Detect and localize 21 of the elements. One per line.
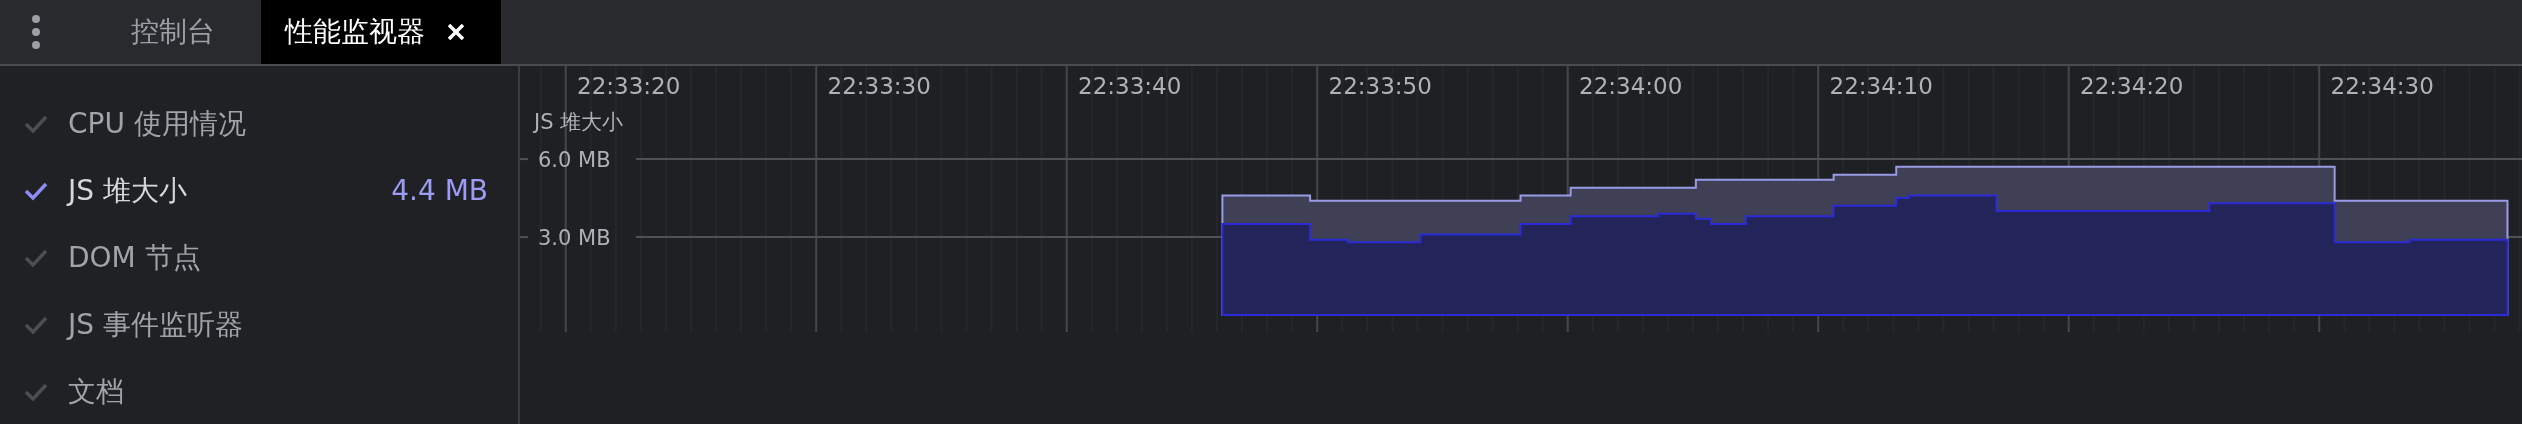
time-label: 22:33:20 bbox=[577, 73, 681, 99]
tab[interactable]: 性能监视器 bbox=[261, 0, 501, 64]
close-icon[interactable] bbox=[447, 23, 465, 41]
metric-toggle[interactable]: JS 事件监听器 bbox=[0, 305, 243, 344]
time-label: 22:34:30 bbox=[2330, 73, 2434, 99]
metric-toggle[interactable]: JS 堆大小 bbox=[0, 171, 187, 210]
metric-value: 4.4 MB bbox=[391, 174, 488, 207]
axis-label: 6.0 MB bbox=[538, 148, 611, 173]
chart-title: JS 堆大小 bbox=[534, 110, 624, 134]
time-label: 22:33:50 bbox=[1328, 73, 1432, 99]
time-label: 22:34:20 bbox=[2080, 73, 2184, 99]
time-label: 22:33:30 bbox=[827, 73, 931, 99]
time-label: 22:34:00 bbox=[1579, 73, 1683, 99]
metric-toggle[interactable]: DOM 节点 bbox=[0, 238, 201, 277]
axis-label: 3.0 MB bbox=[538, 226, 611, 251]
tab[interactable]: 控制台 bbox=[91, 0, 255, 64]
more-icon[interactable] bbox=[31, 14, 41, 50]
time-label: 22:33:40 bbox=[1078, 73, 1182, 99]
metric-toggle[interactable]: 文档 bbox=[0, 372, 124, 411]
time-label: 22:34:10 bbox=[1829, 73, 1933, 99]
metric-toggle[interactable]: CPU 使用情况 bbox=[0, 104, 246, 143]
